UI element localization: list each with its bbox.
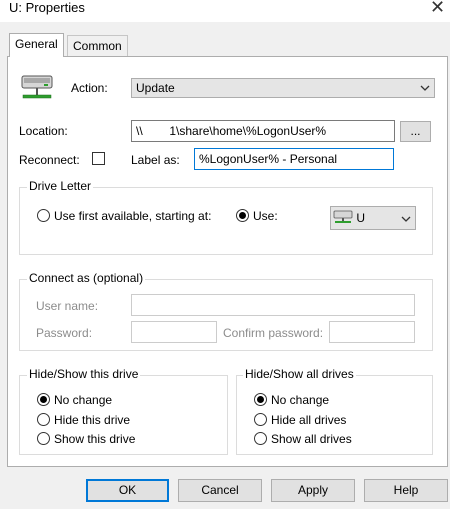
confirm-password-label: Confirm password: xyxy=(223,326,324,340)
first-available-label: Use first available, starting at: xyxy=(54,209,212,223)
tab-general[interactable]: General xyxy=(9,33,64,57)
password-input[interactable] xyxy=(131,321,217,343)
location-input[interactable]: \\ 1\share\home\%LogonUser% xyxy=(131,120,395,142)
hide-all-drives-label: Hide all drives xyxy=(271,413,347,427)
drive-letter-select[interactable]: U xyxy=(330,206,416,230)
all-no-change-radio[interactable] xyxy=(254,393,267,406)
connect-as-legend: Connect as (optional) xyxy=(27,271,146,285)
all-no-change-label: No change xyxy=(271,393,330,407)
hide-this-drive-label: Hide this drive xyxy=(54,413,131,427)
hide-all-drives-radio[interactable] xyxy=(254,413,267,426)
confirm-password-input[interactable] xyxy=(329,321,415,343)
show-this-drive-radio[interactable] xyxy=(37,432,50,445)
cancel-button[interactable]: Cancel xyxy=(178,479,262,502)
browse-button[interactable]: ... xyxy=(400,121,431,142)
action-value: Update xyxy=(136,81,175,95)
first-available-radio[interactable] xyxy=(37,209,50,222)
network-drive-icon xyxy=(20,74,54,105)
label-as-label: Label as: xyxy=(131,153,180,167)
location-label: Location: xyxy=(19,124,68,138)
chevron-down-icon xyxy=(401,216,411,222)
ok-button[interactable]: OK xyxy=(86,479,169,502)
hide-show-drive-legend: Hide/Show this drive xyxy=(27,367,141,381)
action-label: Action: xyxy=(71,81,108,95)
network-drive-icon xyxy=(333,210,353,223)
drive-letter-value: U xyxy=(356,211,366,225)
close-icon[interactable]: ✕ xyxy=(430,0,445,18)
action-select[interactable]: Update xyxy=(131,78,435,98)
no-change-label: No change xyxy=(54,393,113,407)
tab-common[interactable]: Common xyxy=(67,35,128,56)
chevron-down-icon xyxy=(420,85,430,91)
user-name-label: User name: xyxy=(36,299,99,313)
use-radio[interactable] xyxy=(236,209,249,222)
apply-button[interactable]: Apply xyxy=(271,479,355,502)
user-name-input[interactable] xyxy=(131,294,415,316)
use-label: Use: xyxy=(253,209,278,223)
help-button[interactable]: Help xyxy=(364,479,448,502)
drive-letter-legend: Drive Letter xyxy=(27,179,94,193)
reconnect-checkbox[interactable] xyxy=(92,152,105,165)
window-title: U: Properties xyxy=(9,0,85,15)
hide-show-all-legend: Hide/Show all drives xyxy=(243,367,356,381)
password-label: Password: xyxy=(36,326,93,340)
show-all-drives-label: Show all drives xyxy=(271,432,352,446)
no-change-radio[interactable] xyxy=(37,393,50,406)
reconnect-label: Reconnect: xyxy=(19,153,80,167)
show-all-drives-radio[interactable] xyxy=(254,432,267,445)
show-this-drive-label: Show this drive xyxy=(54,432,136,446)
hide-this-drive-radio[interactable] xyxy=(37,413,50,426)
label-as-input[interactable]: %LogonUser% - Personal xyxy=(194,148,394,170)
